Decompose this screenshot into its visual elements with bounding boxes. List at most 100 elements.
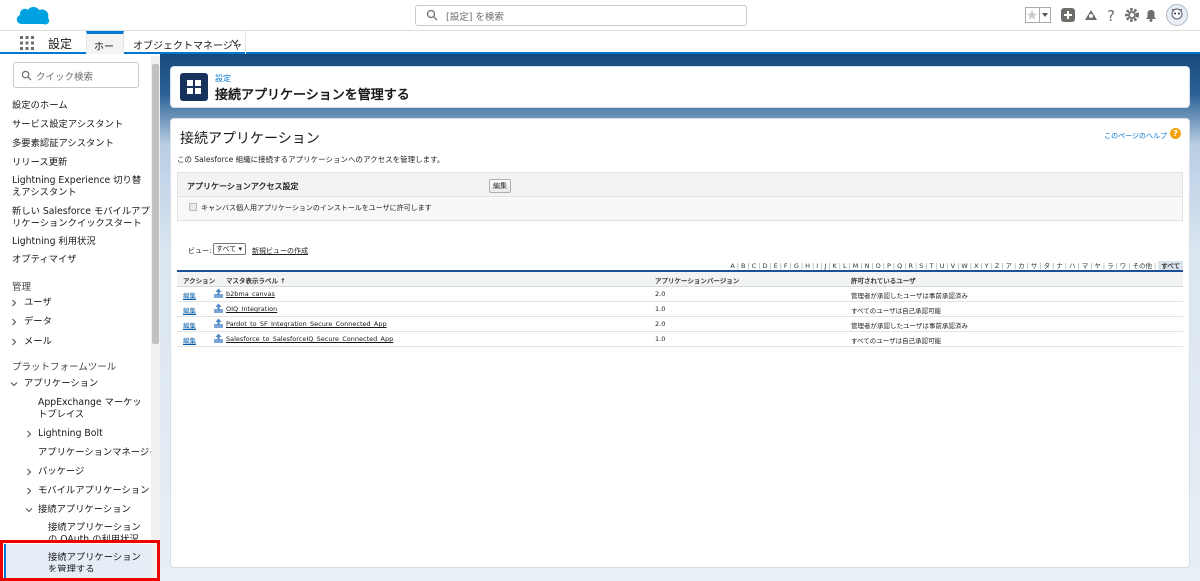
alphabet-filter-item[interactable]: ラ [1107, 262, 1114, 270]
sidebar-item-connected-apps-oauth-usage[interactable]: 接続アプリケーションの OAuth の利用状況 [48, 522, 148, 542]
help-icon[interactable]: ? [1104, 7, 1120, 23]
chevron-right-icon[interactable] [25, 430, 33, 438]
alphabet-filter-item[interactable]: H [805, 262, 810, 270]
trailhead-icon[interactable] [1083, 7, 1099, 23]
global-search-input[interactable]: [設定] を検索 [415, 5, 747, 26]
edit-row-link[interactable]: 編集 [183, 335, 196, 345]
chevron-right-icon[interactable] [10, 299, 18, 307]
alphabet-filter-item[interactable]: C [752, 262, 757, 270]
tab-object-manager[interactable]: オブジェクトマネージャ [126, 31, 246, 54]
sidebar-item-email[interactable]: メール [24, 336, 52, 348]
alphabet-filter-item[interactable]: A [730, 262, 734, 270]
app-name-link[interactable]: Pardot_to_SF_Integration_Secure_Connecte… [226, 320, 387, 328]
chevron-right-icon[interactable] [10, 318, 18, 326]
edit-settings-button[interactable]: 編集 [489, 179, 511, 193]
tab-home[interactable]: ホーム [86, 31, 124, 68]
alphabet-filter-item[interactable]: その他 [1133, 262, 1153, 270]
alphabet-filter-item[interactable]: B [741, 262, 745, 270]
app-name-link[interactable]: b2bma_canvas [226, 290, 275, 298]
avatar[interactable] [1166, 4, 1188, 26]
alphabet-filter-item[interactable]: G [794, 262, 799, 270]
alphabet-filter-item[interactable]: マ [1082, 262, 1089, 270]
edit-row-link[interactable]: 編集 [183, 290, 196, 300]
page-header: 設定 接続アプリケーションを管理する [170, 66, 1190, 108]
breadcrumb[interactable]: 設定 [215, 73, 231, 84]
sidebar-item-release-updates[interactable]: リリース更新 [12, 157, 67, 169]
alphabet-filter-item[interactable]: P [887, 262, 891, 270]
gear-icon[interactable] [1124, 7, 1140, 23]
sidebar-item-data[interactable]: データ [24, 316, 52, 328]
canvas-install-checkbox[interactable] [189, 203, 197, 211]
sidebar-item-apps[interactable]: アプリケーション [24, 378, 98, 390]
alphabet-filter-item[interactable]: カ [1018, 262, 1025, 270]
help-icon[interactable]: ? [1170, 128, 1181, 139]
alphabet-filter-item[interactable]: V [951, 262, 955, 270]
sidebar-item-mobile-apps[interactable]: モバイルアプリケーション [38, 485, 149, 497]
alphabet-filter-item[interactable]: L [843, 262, 847, 270]
sidebar-item-mfa-assistant[interactable]: 多要素認証アシスタント [12, 138, 114, 150]
sidebar-item-users[interactable]: ユーザ [24, 297, 52, 309]
sidebar-item-setup-home[interactable]: 設定のホーム [12, 100, 68, 112]
alphabet-filter-item[interactable]: ヤ [1094, 262, 1101, 270]
app-launcher-icon[interactable] [20, 36, 34, 50]
alphabet-filter-item[interactable]: Z [995, 262, 999, 270]
create-new-view-link[interactable]: 新規ビューの作成 [252, 246, 308, 256]
sidebar-item-mobile-quickstart[interactable]: 新しい Salesforce モバイルアプリケーションクイックスタート [12, 206, 152, 230]
chevron-right-icon[interactable] [25, 487, 33, 495]
alphabet-filter-item[interactable]: J [824, 262, 826, 270]
sidebar-scrollbar-thumb[interactable] [152, 64, 159, 344]
alphabet-filter-item[interactable]: X [974, 262, 978, 270]
alphabet-filter-item[interactable]: K [832, 262, 836, 270]
alphabet-filter-item[interactable]: サ [1031, 262, 1038, 270]
chevron-down-icon[interactable] [10, 380, 18, 388]
column-header-permitted-users[interactable]: 許可されているユーザ [851, 275, 916, 285]
edit-row-link[interactable]: 編集 [183, 305, 196, 315]
salesforce-logo[interactable] [14, 4, 52, 28]
chevron-down-icon[interactable] [25, 506, 33, 514]
sidebar-item-packages[interactable]: パッケージ [38, 466, 84, 478]
sidebar-item-app-manager[interactable]: アプリケーションマネージャ [38, 447, 158, 459]
alphabet-filter-item[interactable]: R [908, 262, 913, 270]
alphabet-filter-item[interactable]: T [930, 262, 934, 270]
edit-row-link[interactable]: 編集 [183, 320, 196, 330]
sidebar-item-lightning-transition[interactable]: Lightning Experience 切り替えアシスタント [12, 175, 150, 199]
alphabet-filter-item[interactable]: Y [985, 262, 989, 270]
sidebar-item-service-setup-assistant[interactable]: サービス設定アシスタント [12, 119, 123, 131]
sidebar-item-connected-apps[interactable]: 接続アプリケーション [38, 504, 131, 516]
alphabet-filter-item[interactable]: Q [897, 262, 902, 270]
sidebar-item-appexchange[interactable]: AppExchange マーケットプレイス [38, 397, 150, 421]
alphabet-filter-item[interactable]: タ [1044, 262, 1051, 270]
sidebar-item-lightning-bolt[interactable]: Lightning Bolt [38, 428, 103, 440]
sidebar-item-manage-connected-apps[interactable]: 接続アプリケーションを管理する [48, 552, 148, 572]
view-select[interactable]: すべて ▾ [213, 243, 246, 255]
notifications-bell-icon[interactable] [1143, 7, 1159, 23]
app-name-link[interactable]: Salesforce_to_SalesforceIQ_Secure_Connec… [226, 335, 393, 343]
alphabet-filter-item[interactable]: I [816, 262, 818, 270]
alphabet-filter-item[interactable]: D [762, 262, 767, 270]
chevron-down-icon[interactable] [230, 37, 240, 47]
alphabet-filter-item[interactable]: O [876, 262, 881, 270]
quick-find-input[interactable]: クイック検索 [13, 62, 139, 88]
alphabet-filter-item[interactable]: ナ [1056, 262, 1063, 270]
chevron-right-icon[interactable] [10, 338, 18, 346]
sidebar-item-lightning-usage[interactable]: Lightning 利用状況 [12, 236, 96, 248]
favorites-icon[interactable] [1025, 7, 1051, 23]
sidebar-item-optimizer[interactable]: オプティマイザ [12, 254, 77, 266]
chevron-right-icon[interactable] [25, 468, 33, 476]
alphabet-filter-item[interactable]: ハ [1069, 262, 1076, 270]
alphabet-filter-item[interactable]: ワ [1120, 262, 1127, 270]
alphabet-filter-item[interactable]: F [784, 262, 788, 270]
alphabet-filter-item[interactable]: N [865, 262, 870, 270]
alphabet-filter-item[interactable]: W [961, 262, 967, 270]
alphabet-filter-item[interactable]: ア [1005, 262, 1012, 270]
column-header-label[interactable]: マスタ表示ラベル ↑ [226, 275, 286, 285]
alphabet-filter-item[interactable]: U [940, 262, 945, 270]
alphabet-filter-item[interactable]: E [774, 262, 778, 270]
app-name-link[interactable]: OIQ_Integration [226, 305, 277, 313]
column-header-version[interactable]: アプリケーションバージョン [655, 275, 739, 285]
alphabet-filter-item[interactable]: S [919, 262, 923, 270]
global-actions-icon[interactable] [1060, 7, 1076, 23]
alphabet-filter-item[interactable]: M [853, 262, 859, 270]
help-link[interactable]: このページのヘルプ [1104, 131, 1167, 141]
alphabet-separator: | [980, 262, 983, 270]
